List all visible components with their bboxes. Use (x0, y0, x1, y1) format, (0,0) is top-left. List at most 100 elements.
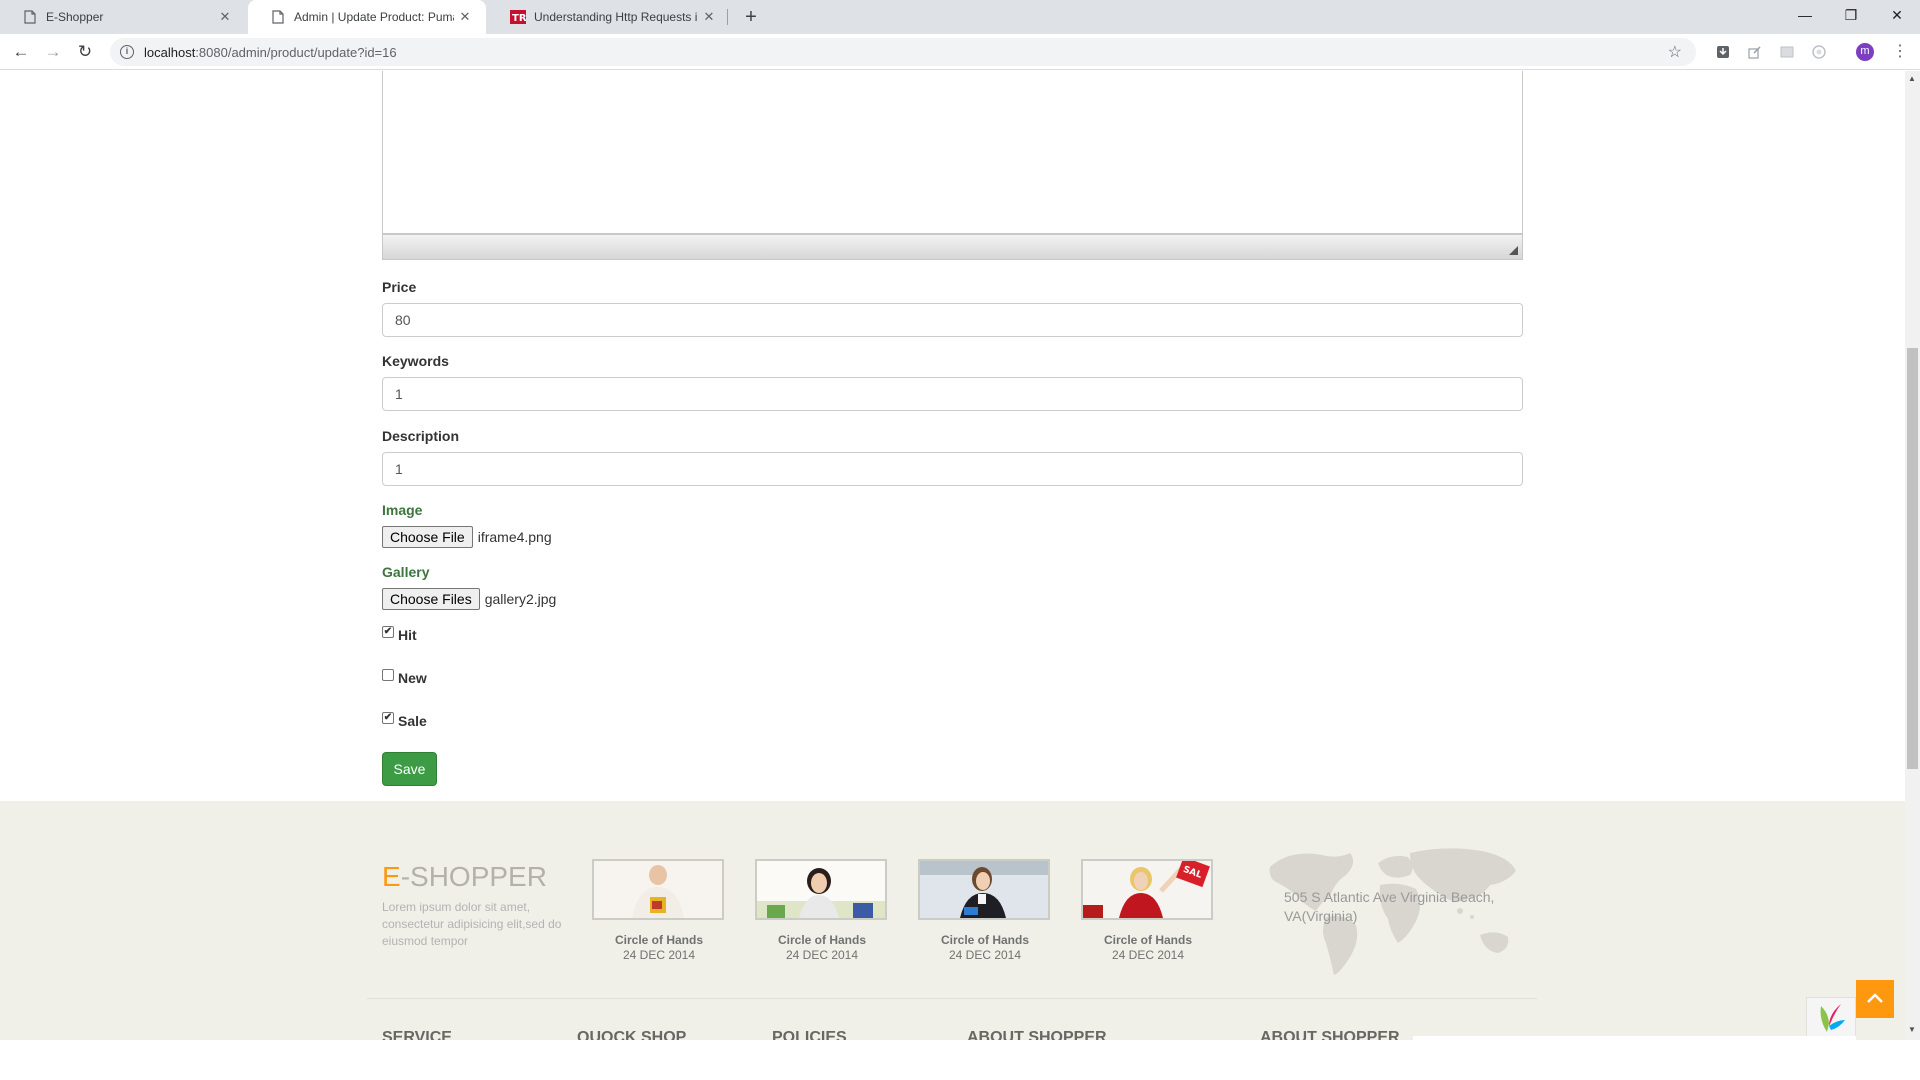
hit-checkbox[interactable]: ✔ (382, 626, 394, 638)
keywords-label: Keywords (382, 353, 449, 369)
scrollbar-thumb[interactable] (1907, 348, 1918, 769)
blank-bottom-area (0, 1040, 1920, 1080)
content-editor-area[interactable] (382, 71, 1523, 234)
forward-button[interactable]: → (42, 42, 64, 62)
minimize-button[interactable]: — (1782, 0, 1828, 30)
url-path: :8080/admin/product/update?id=16 (195, 44, 397, 60)
price-label: Price (382, 279, 417, 295)
sale-label: Sale (398, 713, 427, 729)
tab-eshopper[interactable]: E-Shopper ✕ (0, 0, 246, 34)
footer-column-about-shopper: ABOUT SHOPPER (967, 1029, 1107, 1040)
scroll-to-top-button[interactable] (1856, 980, 1894, 1018)
video-item[interactable]: Circle of Hands 24 DEC 2014 (755, 859, 889, 962)
site-logo-icon: TR (510, 9, 526, 25)
video-date: 24 DEC 2014 (622, 948, 696, 962)
image-file-name: iframe4.png (477, 529, 552, 545)
gallery-file-input[interactable]: Choose Files gallery2.jpg (382, 588, 556, 610)
url-host: localhost (144, 44, 196, 60)
description-input[interactable]: 1 (382, 452, 1523, 486)
video-title: Circle of Hands (614, 933, 704, 947)
video-date: 24 DEC 2014 (1111, 948, 1185, 962)
resize-grip-icon[interactable] (1509, 246, 1518, 255)
tab-understanding-http[interactable]: TR Understanding Http Requests in ✕ (488, 0, 730, 34)
svg-text:TR: TR (512, 13, 526, 24)
edit-extension-icon[interactable] (1746, 43, 1764, 61)
sale-checkbox[interactable]: ✔ (382, 712, 394, 724)
new-checkbox-row[interactable]: New (382, 669, 427, 686)
video-item[interactable]: Circle of Hands 24 DEC 2014 (592, 859, 726, 962)
video-thumbnail[interactable] (755, 859, 887, 920)
price-input[interactable]: 80 (382, 303, 1523, 337)
address-bar[interactable]: i localhost:8080/admin/product/update?id… (110, 38, 1696, 66)
hit-checkbox-row[interactable]: ✔ Hit (382, 626, 417, 643)
chevron-up-icon (1867, 993, 1883, 1003)
video-title: Circle of Hands (1103, 933, 1193, 947)
bookmark-star-icon[interactable]: ☆ (1668, 42, 1682, 62)
close-tab-icon[interactable]: ✕ (454, 9, 476, 25)
footer-divider (367, 998, 1537, 999)
brand-e: E (382, 861, 401, 892)
video-item[interactable]: Circle of Hands 24 DEC 2014 (918, 859, 1052, 962)
gallery-file-name: gallery2.jpg (484, 591, 557, 607)
image-file-input[interactable]: Choose File iframe4.png (382, 526, 552, 548)
reload-button[interactable]: ↻ (74, 42, 96, 62)
tab-strip: E-Shopper ✕ Admin | Update Product: Puma… (0, 0, 1920, 34)
save-button[interactable]: Save (382, 752, 437, 786)
restore-button[interactable]: ❐ (1828, 0, 1874, 30)
video-thumbnail[interactable]: SAL (1081, 859, 1213, 920)
info-icon[interactable]: i (120, 45, 134, 59)
circle-extension-icon[interactable] (1810, 43, 1828, 61)
footer-column-service: SERVICE (382, 1029, 452, 1040)
tab-title: Admin | Update Product: Puma (294, 10, 454, 24)
sale-checkbox-row[interactable]: ✔ Sale (382, 712, 427, 729)
footer-column-about-shopper-2: ABOUT SHOPPER (1260, 1029, 1400, 1040)
yii-logo-icon (1820, 1004, 1845, 1032)
video-title: Circle of Hands (777, 933, 867, 947)
video-thumbnail[interactable] (918, 859, 1050, 920)
debug-toolbar[interactable] (1806, 997, 1856, 1040)
profile-avatar[interactable]: m (1856, 43, 1874, 61)
close-tab-icon[interactable]: ✕ (214, 9, 236, 25)
footer-brand: E-SHOPPER (382, 861, 547, 893)
close-tab-icon[interactable]: ✕ (698, 9, 720, 25)
menu-icon[interactable]: ⋮ (1892, 41, 1908, 61)
keywords-input[interactable]: 1 (382, 377, 1523, 411)
video-thumbnail[interactable] (592, 859, 724, 920)
tab-admin-update-product[interactable]: Admin | Update Product: Puma ✕ (248, 0, 486, 34)
download-extension-icon[interactable] (1714, 43, 1732, 61)
image-label: Image (382, 502, 423, 518)
footer-address: 505 S Atlantic Ave Virginia Beach, VA(Vi… (1284, 889, 1495, 924)
close-window-button[interactable]: ✕ (1874, 0, 1920, 30)
video-date: 24 DEC 2014 (785, 948, 859, 962)
video-title: Circle of Hands (940, 933, 1030, 947)
page-scrollbar[interactable]: ▲ ▼ (1905, 71, 1920, 1040)
url-text[interactable]: localhost:8080/admin/product/update?id=1… (144, 45, 397, 60)
browser-toolbar: ← → ↻ i localhost:8080/admin/product/upd… (0, 34, 1920, 70)
choose-files-button[interactable]: Choose Files (382, 588, 480, 610)
gallery-label: Gallery (382, 564, 430, 580)
hit-label: Hit (398, 627, 417, 643)
scroll-up-icon[interactable]: ▲ (1908, 74, 1916, 83)
footer: E-SHOPPER Lorem ipsum dolor sit amet, co… (0, 801, 1905, 1040)
brand-description: Lorem ipsum dolor sit amet, consectetur … (382, 900, 562, 948)
editor-status-bar (382, 234, 1523, 260)
footer-column-policies: POLICIES (772, 1029, 847, 1040)
page-icon (270, 9, 286, 25)
scroll-down-icon[interactable]: ▼ (1908, 1025, 1916, 1034)
new-checkbox[interactable] (382, 669, 394, 681)
screen-extension-icon[interactable] (1778, 43, 1796, 61)
footer-column-quick-shop: QUOCK SHOP (577, 1029, 687, 1040)
tab-title: Understanding Http Requests in (534, 10, 698, 24)
tab-title: E-Shopper (46, 10, 104, 24)
choose-file-button[interactable]: Choose File (382, 526, 473, 548)
new-tab-button[interactable]: + (738, 4, 764, 30)
description-label: Description (382, 428, 460, 444)
address-block: 505 S Atlantic Ave Virginia Beach, VA(Vi… (1260, 839, 1522, 979)
tab-divider (727, 9, 728, 25)
back-button[interactable]: ← (10, 42, 32, 62)
brand-rest: -SHOPPER (400, 861, 547, 892)
video-item[interactable]: SAL Circle of Hands 24 DEC 2014 (1081, 859, 1215, 962)
video-date: 24 DEC 2014 (948, 948, 1022, 962)
new-label: New (398, 670, 427, 686)
page-icon (22, 9, 38, 25)
